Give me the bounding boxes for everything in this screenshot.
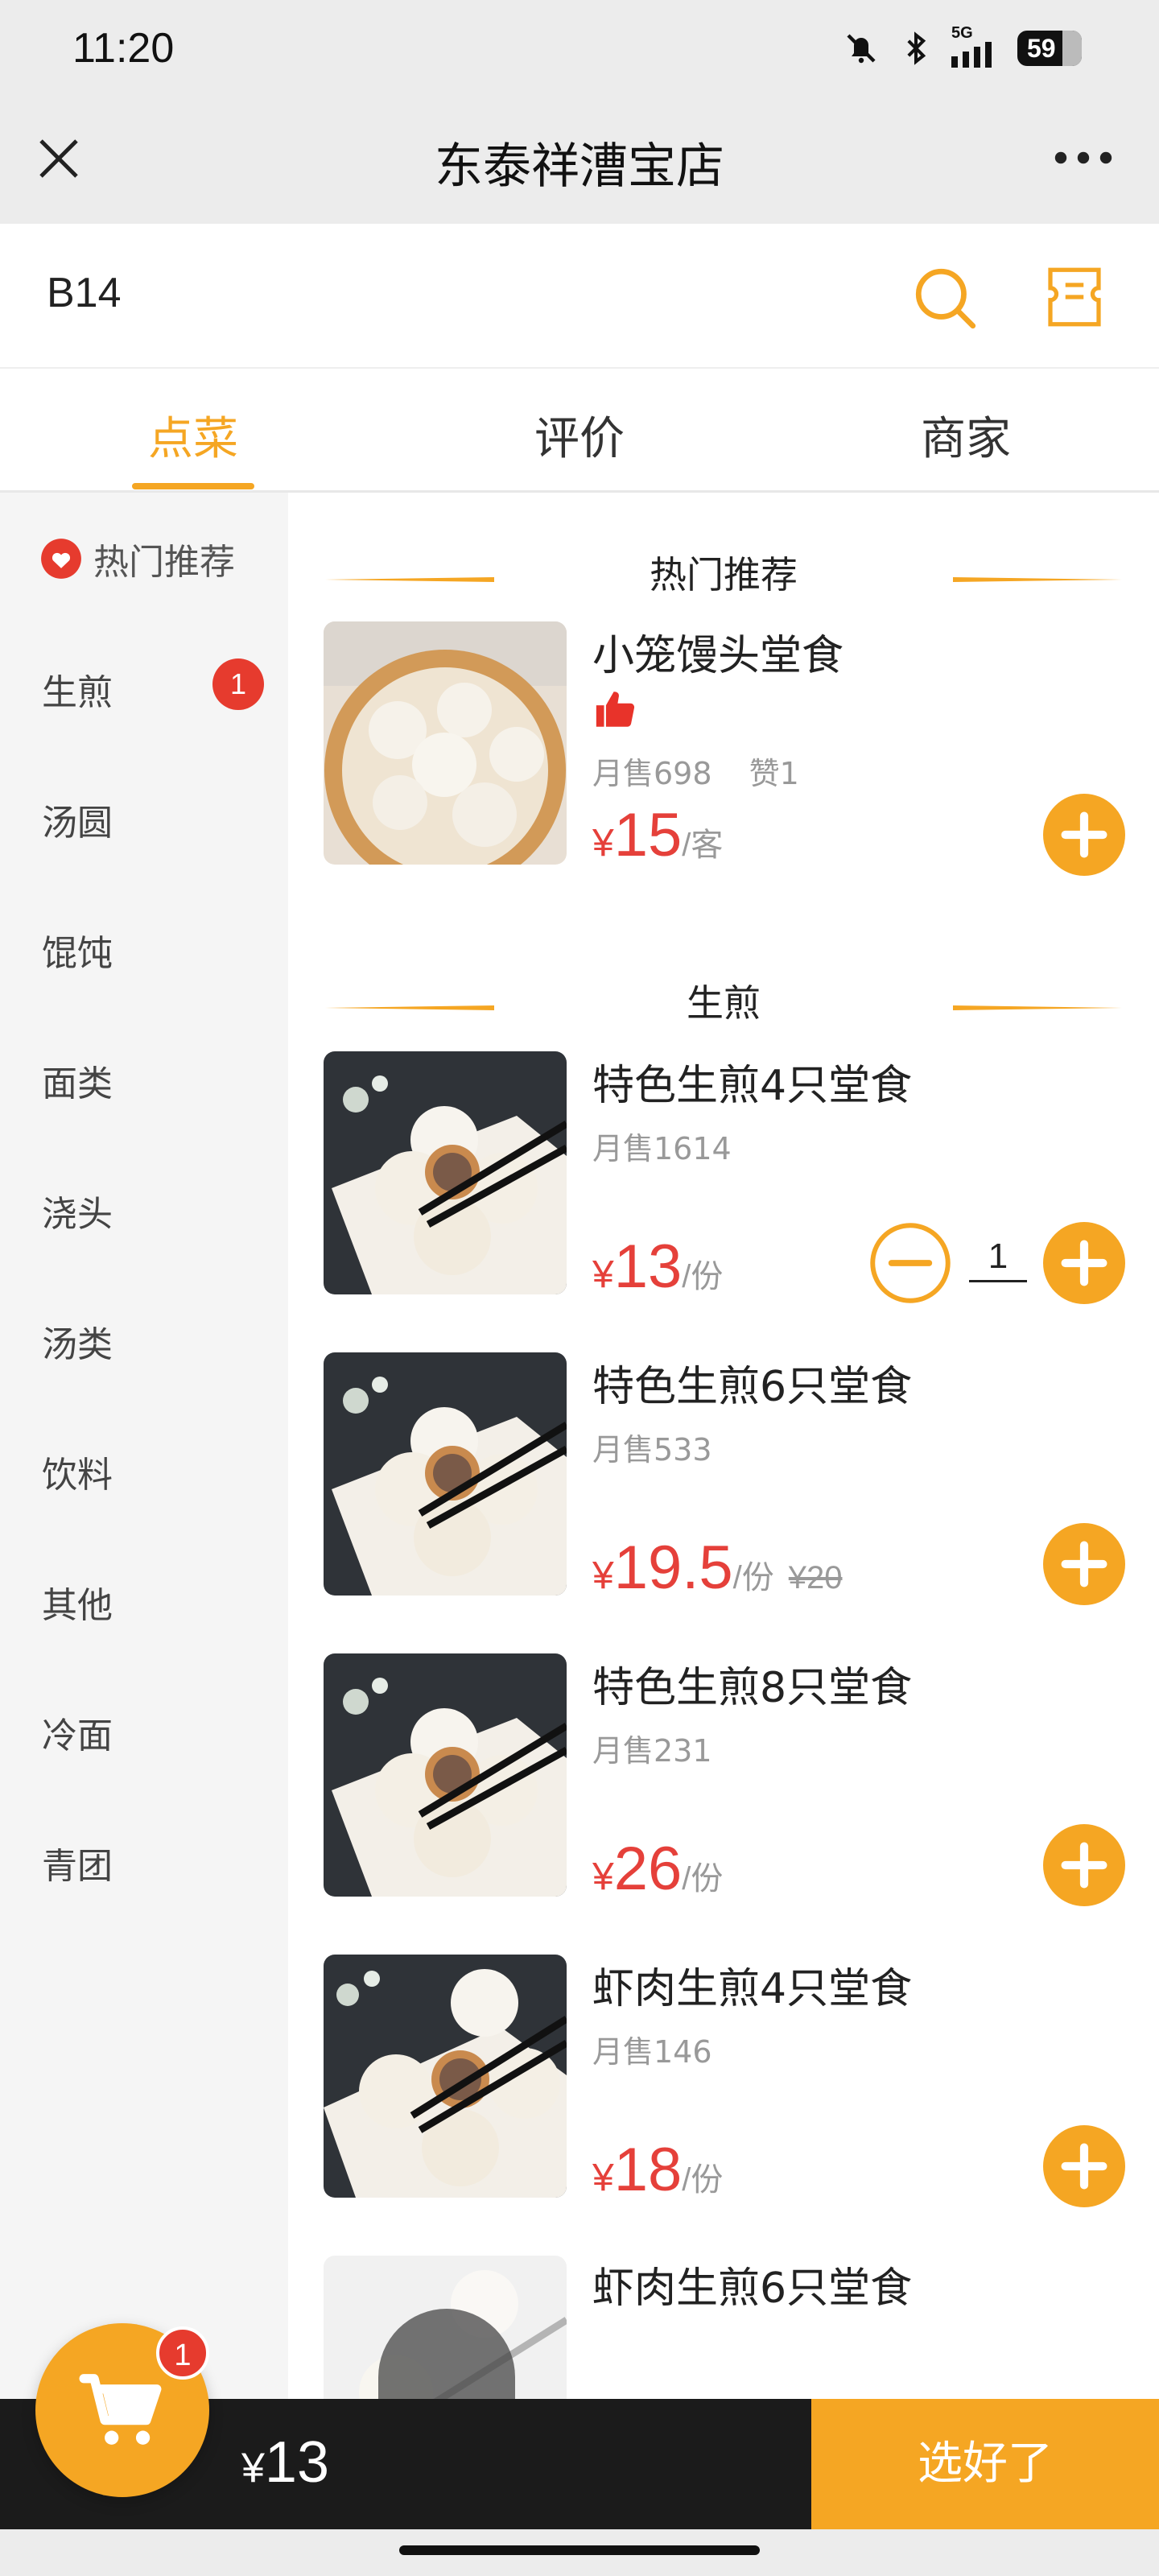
dish-price: ¥19.5/份 ¥20 xyxy=(592,1533,843,1603)
decrease-quantity-button[interactable] xyxy=(869,1222,951,1304)
table-bar: B14 xyxy=(0,224,1159,369)
sidebar-item-cold-noodles[interactable]: 冷面 xyxy=(42,1707,113,1758)
bluetooth-icon xyxy=(907,31,926,65)
order-list-icon[interactable] xyxy=(1038,261,1111,333)
dish-name: 特色生煎4只堂食 xyxy=(592,1062,913,1110)
price-unit: /份 xyxy=(732,1560,774,1596)
sidebar-item-hot[interactable]: 热门推荐 xyxy=(40,533,235,584)
section-divider-right xyxy=(953,1005,1122,1010)
currency: ¥ xyxy=(592,822,614,865)
status-icons: 5G 59 xyxy=(842,24,1082,68)
dish-price: ¥26/份 xyxy=(592,1834,723,1904)
price-unit: /份 xyxy=(682,1259,724,1294)
add-to-cart-button[interactable] xyxy=(1043,2125,1125,2207)
monthly-sales: 月售146 xyxy=(592,2034,712,2070)
dish-name: 特色生煎6只堂食 xyxy=(592,1363,913,1411)
mute-bell-icon xyxy=(847,34,876,64)
page-title: 东泰祥漕宝店 xyxy=(435,138,724,195)
heart-icon xyxy=(41,539,81,579)
dish-image-xiaolongbao[interactable] xyxy=(324,621,567,865)
currency: ¥ xyxy=(592,1253,614,1296)
table-number: B14 xyxy=(47,270,122,316)
section-divider-right xyxy=(953,577,1122,582)
cart-count-badge: 1 xyxy=(156,2326,209,2380)
monthly-sales: 月售698 xyxy=(592,756,712,791)
sidebar-item-drinks[interactable]: 饮料 xyxy=(42,1446,113,1497)
monthly-sales: 月售1614 xyxy=(592,1131,732,1166)
network-label: 5G xyxy=(951,24,973,42)
currency: ¥ xyxy=(592,2157,614,2199)
tab-reviews[interactable]: 评价 xyxy=(459,402,700,468)
battery-level: 59 xyxy=(1027,33,1056,63)
category-count-badge: 1 xyxy=(212,658,264,710)
sidebar-item-others[interactable]: 其他 xyxy=(42,1576,113,1628)
sidebar-item-noodles[interactable]: 面类 xyxy=(42,1055,113,1106)
likes-count: 赞1 xyxy=(749,756,799,791)
cart-total-value: 13 xyxy=(264,2430,330,2495)
sidebar-item-toppings[interactable]: 浇头 xyxy=(42,1185,113,1236)
status-time: 11:20 xyxy=(72,25,175,72)
dish-name: 小笼馒头堂食 xyxy=(592,632,844,680)
dish-image-shengjian-8[interactable] xyxy=(324,1653,567,1897)
original-price: ¥20 xyxy=(788,1560,843,1596)
currency: ¥ xyxy=(592,1554,614,1597)
add-to-cart-button[interactable] xyxy=(1043,794,1125,876)
section-title-hot: 热门推荐 xyxy=(650,553,798,597)
price-unit: /份 xyxy=(682,2162,724,2198)
dish-image-shengjian-4[interactable] xyxy=(324,1051,567,1294)
tab-bar: 点菜 评价 商家 xyxy=(0,369,1159,493)
nav-bar: 东泰祥漕宝店 xyxy=(0,105,1159,224)
category-sidebar: 热门推荐 生煎 1 汤圆 馄饨 面类 浇头 汤类 饮料 其他 冷面 青团 xyxy=(0,493,288,2399)
add-to-cart-button[interactable] xyxy=(1043,1824,1125,1906)
battery-icon: 59 xyxy=(1017,31,1082,66)
tab-order[interactable]: 点菜 xyxy=(72,402,314,468)
dish-price: ¥15/客 xyxy=(592,800,723,870)
cart-total: ¥13 xyxy=(241,2429,329,2496)
more-options-icon[interactable] xyxy=(1051,143,1116,172)
tab-active-indicator xyxy=(132,483,254,489)
home-indicator[interactable] xyxy=(399,2545,760,2555)
sidebar-item-label: 热门推荐 xyxy=(93,542,235,583)
home-indicator-area xyxy=(0,2529,1159,2576)
sidebar-item-huntun[interactable]: 馄饨 xyxy=(42,924,113,976)
currency: ¥ xyxy=(241,2445,265,2491)
dish-image-shengjian-6[interactable] xyxy=(324,1352,567,1596)
monthly-sales: 月售231 xyxy=(592,1733,712,1769)
sidebar-item-tangyuan[interactable]: 汤圆 xyxy=(42,794,113,845)
status-bar: 11:20 5G 59 xyxy=(0,0,1159,105)
sidebar-item-shengjian[interactable]: 生煎 xyxy=(42,663,113,715)
checkout-button[interactable]: 选好了 xyxy=(811,2399,1159,2529)
price-value: 15 xyxy=(613,801,683,869)
search-icon[interactable] xyxy=(909,262,982,335)
dish-image-shrimp-shengjian-4[interactable] xyxy=(324,1955,567,2198)
price-unit: /份 xyxy=(682,1861,724,1897)
currency: ¥ xyxy=(592,1856,614,1898)
price-unit: /客 xyxy=(682,828,724,863)
section-title-shengjian: 生煎 xyxy=(687,981,761,1025)
price-value: 26 xyxy=(613,1835,683,1903)
monthly-sales: 月售533 xyxy=(592,1432,712,1468)
price-value: 18 xyxy=(613,2136,683,2204)
thumbs-up-icon xyxy=(596,691,635,727)
dish-name: 虾肉生煎4只堂食 xyxy=(592,1965,913,2013)
dish-sales: 月售698 赞1 xyxy=(592,749,799,793)
sidebar-item-qingtuan[interactable]: 青团 xyxy=(42,1837,113,1889)
quantity-value[interactable]: 1 xyxy=(969,1236,1027,1282)
add-to-cart-button[interactable] xyxy=(1043,1222,1125,1304)
add-to-cart-button[interactable] xyxy=(1043,1523,1125,1605)
price-value: 19.5 xyxy=(613,1534,733,1602)
sidebar-item-soups[interactable]: 汤类 xyxy=(42,1315,113,1367)
dish-price: ¥18/份 xyxy=(592,2135,723,2205)
dish-price: ¥13/份 xyxy=(592,1232,723,1302)
cellular-signal-icon: 5G xyxy=(951,24,1000,68)
tab-merchant[interactable]: 商家 xyxy=(845,402,1087,468)
dish-name: 特色生煎8只堂食 xyxy=(592,1664,913,1712)
menu-list: 热门推荐 小笼馒头堂食 月售698 赞1 ¥15/客 生煎 特色生煎4只堂食 月… xyxy=(288,493,1159,2399)
price-value: 13 xyxy=(613,1232,683,1301)
dish-name: 虾肉生煎6只堂食 xyxy=(592,2264,913,2313)
